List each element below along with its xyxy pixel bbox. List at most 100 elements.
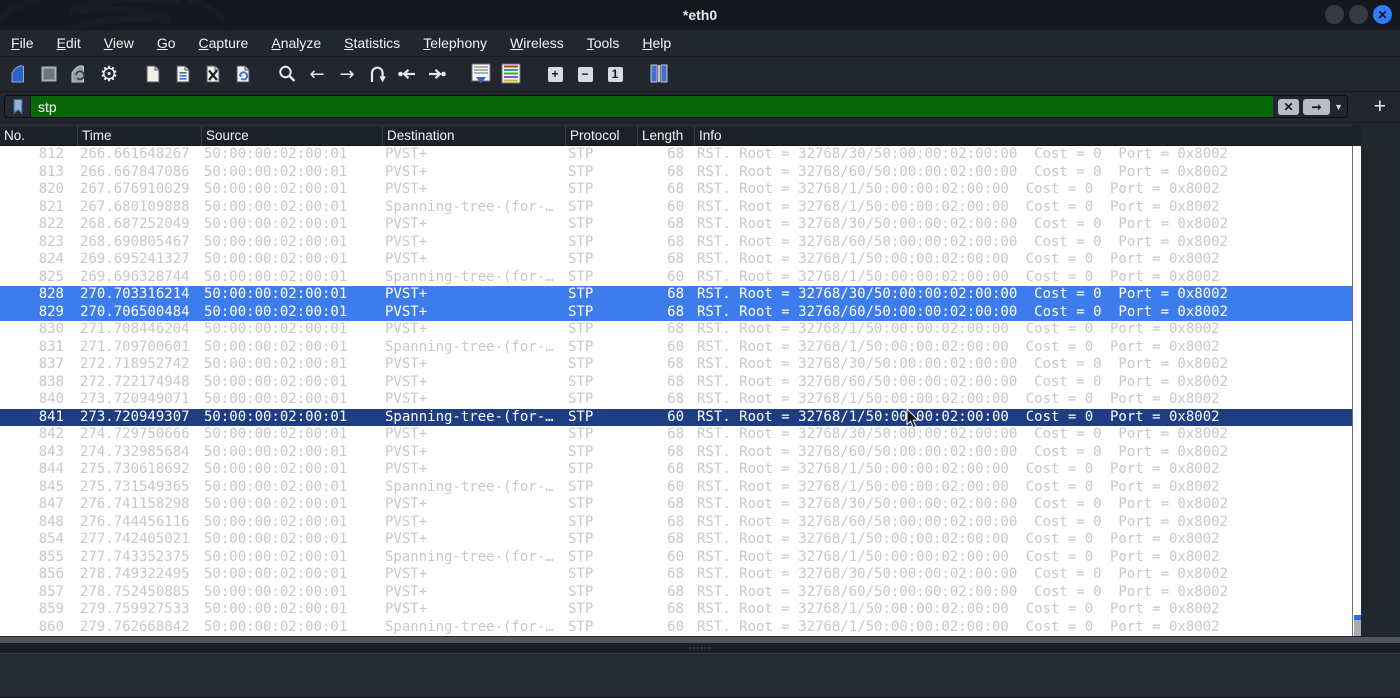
go-last-packet-icon[interactable]: [424, 61, 450, 87]
packet-row[interactable]: 856 278.749322495 50:00:00:02:00:01 PVST+ ST…: [0, 566, 1352, 584]
cell-info: RST. Root = 32768/1/50:00:00:02:00:00 Co…: [697, 198, 1220, 215]
cell-dest: PVST+: [385, 601, 428, 617]
packet-row[interactable]: 841 273.720949307 50:00:00:02:00:01 Spannin…: [0, 408, 1352, 426]
colorize-packets-icon[interactable]: [498, 61, 524, 87]
packet-row[interactable]: 838 272.722174948 50:00:00:02:00:01 PVST+ ST…: [0, 374, 1352, 392]
column-header-source[interactable]: Source: [202, 126, 383, 146]
packet-row[interactable]: 854 277.742405021 50:00:00:02:00:01 PVST+ ST…: [0, 531, 1352, 549]
filter-bookmark-button[interactable]: [5, 96, 31, 117]
packet-row[interactable]: 857 278.752450885 50:00:00:02:00:01 PVST+ ST…: [0, 584, 1352, 602]
reload-file-icon[interactable]: [230, 61, 256, 87]
stop-capture-icon[interactable]: [36, 61, 62, 87]
cell-no: 857: [38, 583, 64, 600]
menu-file[interactable]: File: [11, 35, 34, 51]
close-file-icon[interactable]: [200, 61, 226, 87]
zoom-out-icon[interactable]: −: [572, 61, 598, 87]
go-forward-icon[interactable]: →: [334, 61, 360, 87]
display-filter-field[interactable]: stp ✕ ➞ ▼: [4, 95, 1348, 118]
save-file-icon[interactable]: [170, 61, 196, 87]
menu-wireless[interactable]: Wireless: [510, 35, 564, 51]
vertical-scrollbar[interactable]: [1352, 146, 1361, 636]
menu-go[interactable]: Go: [157, 35, 176, 51]
packet-row[interactable]: 840 273.720949071 50:00:00:02:00:01 PVST+ ST…: [0, 391, 1352, 409]
packet-row[interactable]: 813 266.667847086 50:00:00:02:00:01 PVST+ ST…: [0, 164, 1352, 182]
packet-row[interactable]: 843 274.732985684 50:00:00:02:00:01 PVST+ ST…: [0, 444, 1352, 462]
find-packet-icon[interactable]: [274, 61, 300, 87]
go-back-icon[interactable]: ←: [304, 61, 330, 87]
resize-columns-icon[interactable]: [646, 61, 672, 87]
cell-no: 848: [38, 513, 64, 530]
cell-no: 854: [38, 531, 64, 547]
packet-row[interactable]: 812 266.661648267 50:00:00:02:00:01 PVST+ ST…: [0, 146, 1352, 164]
column-header-info[interactable]: Info: [695, 126, 1352, 146]
menu-statistics[interactable]: Statistics: [344, 35, 400, 51]
column-header-no[interactable]: No.: [0, 126, 78, 146]
start-capture-icon[interactable]: [6, 61, 32, 87]
cell-dest: PVST+: [385, 391, 428, 407]
titlebar[interactable]: *eth0 ✕: [0, 0, 1400, 30]
normal-size-icon[interactable]: 1: [602, 61, 628, 87]
packet-row[interactable]: 825 269.696328744 50:00:00:02:00:01 Spannin…: [0, 269, 1352, 287]
cell-source: 50:00:00:02:00:01: [204, 251, 348, 267]
minimize-button[interactable]: [1325, 5, 1344, 24]
packet-row[interactable]: 859 279.759927533 50:00:00:02:00:01 PVST+ ST…: [0, 601, 1352, 619]
filter-input[interactable]: stp: [31, 99, 1273, 115]
auto-scroll-icon[interactable]: [468, 61, 494, 87]
packet-row[interactable]: 822 268.687252049 50:00:00:02:00:01 PVST+ ST…: [0, 216, 1352, 234]
clear-filter-button[interactable]: ✕: [1278, 98, 1300, 115]
cell-proto: STP: [568, 303, 594, 320]
apply-filter-button[interactable]: ➞: [1303, 98, 1331, 115]
column-header-time[interactable]: Time: [78, 126, 202, 146]
close-button[interactable]: ✕: [1373, 5, 1392, 24]
cell-proto: STP: [568, 478, 594, 495]
open-file-icon[interactable]: [140, 61, 166, 87]
packet-row[interactable]: 830 271.708446204 50:00:00:02:00:01 PVST+ ST…: [0, 321, 1352, 339]
packet-row[interactable]: 848 276.744456116 50:00:00:02:00:01 PVST+ ST…: [0, 514, 1352, 532]
packet-row[interactable]: 837 272.718952742 50:00:00:02:00:01 PVST+ ST…: [0, 356, 1352, 374]
packet-row[interactable]: 860 279.762668842 50:00:00:02:00:01 Spannin…: [0, 619, 1352, 637]
go-to-packet-icon[interactable]: [364, 61, 390, 87]
capture-options-icon[interactable]: ⚙: [96, 61, 122, 87]
packet-row[interactable]: 831 271.709700601 50:00:00:02:00:01 Spannin…: [0, 339, 1352, 357]
cell-info: RST. Root = 32768/60/50:00:00:02:00:00 C…: [697, 513, 1229, 530]
packet-details-pane[interactable]: [0, 653, 1400, 698]
menu-view[interactable]: View: [104, 35, 134, 51]
packet-row[interactable]: 847 276.741158298 50:00:00:02:00:01 PVST+ ST…: [0, 496, 1352, 514]
packet-row[interactable]: 824 269.695241327 50:00:00:02:00:01 PVST+ ST…: [0, 251, 1352, 269]
cell-proto: STP: [568, 566, 594, 582]
add-filter-button[interactable]: +: [1374, 94, 1386, 120]
menu-capture[interactable]: Capture: [199, 35, 249, 51]
cell-time: 269.696328744: [80, 268, 190, 285]
packet-row[interactable]: 855 277.743352375 50:00:00:02:00:01 Spannin…: [0, 549, 1352, 567]
cell-source: 50:00:00:02:00:01: [204, 216, 348, 232]
menu-tools[interactable]: Tools: [587, 35, 620, 51]
menu-telephony[interactable]: Telephony: [423, 35, 487, 51]
restart-capture-icon[interactable]: [66, 61, 92, 87]
packet-row[interactable]: 821 267.680109888 50:00:00:02:00:01 Spannin…: [0, 199, 1352, 217]
packet-row[interactable]: 828 270.703316214 50:00:00:02:00:01 PVST+ ST…: [0, 286, 1352, 304]
packet-list[interactable]: 812 266.661648267 50:00:00:02:00:01 PVST+ ST…: [0, 146, 1352, 636]
menu-analyze[interactable]: Analyze: [271, 35, 321, 51]
cell-len: 68: [667, 251, 684, 267]
zoom-in-icon[interactable]: +: [542, 61, 568, 87]
pane-splitter[interactable]: ⋅⋅⋅⋅⋅⋅: [0, 643, 1400, 653]
vertical-scrollbar-handle[interactable]: [1354, 620, 1361, 636]
packet-row[interactable]: 820 267.676910029 50:00:00:02:00:01 PVST+ ST…: [0, 181, 1352, 199]
filter-dropdown-caret[interactable]: ▼: [1334, 102, 1343, 112]
column-header-length[interactable]: Length: [638, 126, 695, 146]
menu-help[interactable]: Help: [642, 35, 671, 51]
maximize-button[interactable]: [1349, 5, 1368, 24]
cell-len: 68: [667, 566, 684, 582]
packet-row[interactable]: 829 270.706500484 50:00:00:02:00:01 PVST+ ST…: [0, 303, 1352, 321]
packet-row[interactable]: 845 275.731549365 50:00:00:02:00:01 Spannin…: [0, 479, 1352, 497]
cell-source: 50:00:00:02:00:01: [204, 163, 348, 180]
cell-info: RST. Root = 32768/1/50:00:00:02:00:00 Co…: [697, 251, 1220, 267]
go-first-packet-icon[interactable]: [394, 61, 420, 87]
packet-row[interactable]: 844 275.730618692 50:00:00:02:00:01 PVST+ ST…: [0, 461, 1352, 479]
column-header-destination[interactable]: Destination: [383, 126, 566, 146]
packet-row[interactable]: 823 268.690805467 50:00:00:02:00:01 PVST+ ST…: [0, 234, 1352, 252]
column-header-protocol[interactable]: Protocol: [566, 126, 638, 146]
menu-edit[interactable]: Edit: [57, 35, 81, 51]
cell-dest: Spanning-tree-(for-…: [385, 618, 554, 635]
packet-row[interactable]: 842 274.729750666 50:00:00:02:00:01 PVST+ ST…: [0, 426, 1352, 444]
